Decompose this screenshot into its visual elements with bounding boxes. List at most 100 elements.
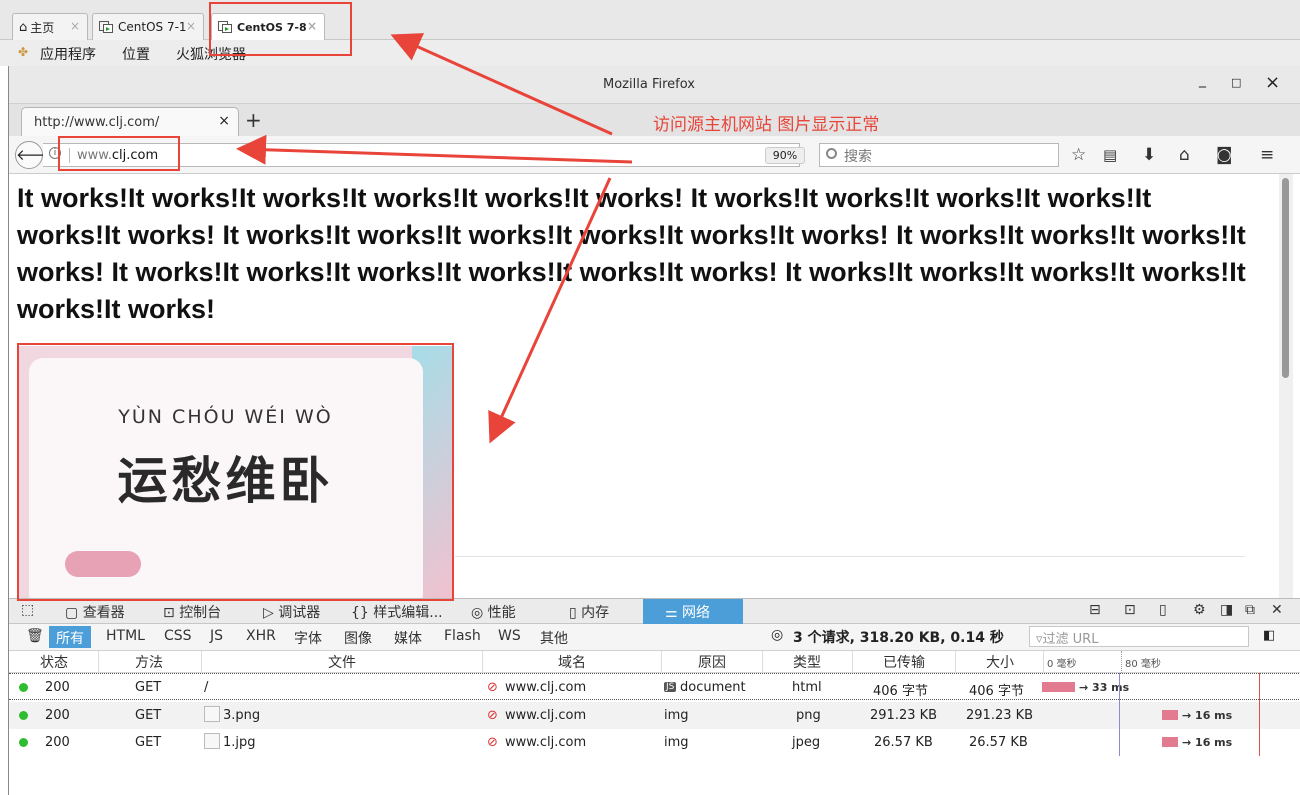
undock-icon[interactable]: ⧉ — [1245, 599, 1255, 624]
column-domain[interactable]: 域名 — [483, 652, 661, 672]
host-tab-bar: ⌂ 主页 × CentOS 7-1 × CentOS 7-8 × — [0, 0, 1300, 40]
close-icon[interactable]: × — [70, 19, 80, 33]
row-type: jpeg — [792, 735, 821, 750]
tab-style-editor[interactable]: {} 样式编辑... — [347, 599, 457, 624]
filter-html[interactable]: HTML — [99, 626, 152, 648]
page-scrollbar[interactable] — [1279, 174, 1293, 598]
toggle-sidebar-icon[interactable]: ◧ — [1263, 628, 1275, 643]
responsive-icon[interactable]: ▯ — [1159, 599, 1167, 624]
settings-icon[interactable]: ⚙ — [1193, 599, 1206, 624]
row-file: 1.jpg — [204, 733, 256, 750]
table-row[interactable]: 200 GET 3.png ⊘ www.clj.com img png 291.… — [9, 702, 1300, 729]
close-icon[interactable]: × — [186, 19, 196, 33]
download-icon[interactable]: ⬇ — [1142, 145, 1156, 165]
reading-list-icon[interactable]: ▤ — [1103, 146, 1117, 164]
search-bar[interactable]: 搜索 — [819, 143, 1059, 167]
row-type: html — [792, 680, 822, 695]
timeline-tick-line — [1121, 651, 1122, 673]
filter-js[interactable]: JS — [203, 626, 230, 648]
annotation-box-tab — [209, 2, 352, 56]
scrollbar-thumb[interactable] — [1282, 178, 1289, 378]
tab-console[interactable]: ⊡ 控制台 — [159, 599, 249, 624]
console-icon: ⊡ — [163, 605, 180, 621]
timing-bar — [1162, 710, 1178, 720]
host-tab-centos-7-1[interactable]: CentOS 7-1 × — [92, 13, 204, 40]
row-status: 200 — [45, 680, 70, 695]
tab-inspector[interactable]: ▢ 查看器 — [61, 599, 151, 624]
dock-side-icon[interactable]: ◨ — [1220, 599, 1233, 624]
column-divider — [1043, 651, 1044, 673]
scratchpad-icon[interactable]: ⊡ — [1124, 599, 1136, 624]
js-icon: JS — [664, 682, 677, 692]
devtools-tab-bar: ⬚ ▢ 查看器 ⊡ 控制台 ▷ 调试器 {} 样式编辑... ◎ 性能 ▯ 内存… — [9, 598, 1300, 624]
row-size: 406 字节 — [969, 684, 1024, 699]
search-icon — [826, 148, 837, 159]
browser-tab-label: http://www.clj.com/ — [34, 115, 160, 130]
maximize-button[interactable]: □ — [1231, 76, 1241, 89]
zoom-indicator[interactable]: 90% — [765, 147, 805, 164]
filter-images[interactable]: 图像 — [337, 626, 379, 648]
column-transferred[interactable]: 已传输 — [853, 652, 955, 672]
filter-xhr[interactable]: XHR — [239, 626, 283, 648]
request-summary: 3 个请求, 318.20 KB, 0.14 秒 — [793, 630, 1004, 646]
column-status[interactable]: 状态 — [19, 652, 89, 672]
filter-other[interactable]: 其他 — [533, 626, 575, 648]
row-cause: img — [664, 708, 689, 723]
tab-performance[interactable]: ◎ 性能 — [467, 599, 547, 624]
filter-flash[interactable]: Flash — [437, 626, 488, 648]
insecure-icon: ⊘ — [487, 680, 498, 695]
url-filter-input[interactable]: ▿过滤 URL — [1029, 626, 1249, 647]
row-domain: www.clj.com — [505, 735, 587, 750]
host-tab-home[interactable]: ⌂ 主页 × — [12, 13, 88, 40]
element-picker-icon[interactable]: ⬚ — [21, 599, 41, 624]
title-bar: Mozilla Firefox _ □ × — [9, 66, 1300, 104]
close-devtools-icon[interactable]: ✕ — [1271, 599, 1283, 624]
column-cause[interactable]: 原因 — [662, 652, 762, 672]
column-type[interactable]: 类型 — [763, 652, 851, 672]
table-row[interactable]: 200 GET 1.jpg ⊘ www.clj.com img jpeg 26.… — [9, 729, 1300, 756]
image-thumbnail-icon — [204, 733, 220, 749]
row-status: 200 — [45, 735, 70, 750]
column-file[interactable]: 文件 — [202, 652, 482, 672]
annotation-box-image — [17, 343, 454, 601]
row-status: 200 — [45, 708, 70, 723]
host-tab-label: CentOS 7-1 — [118, 20, 187, 34]
page-text: It works!It works!It works!It works!It w… — [17, 183, 1246, 324]
back-button[interactable]: 🡐 — [15, 141, 56, 169]
performance-icon: ◎ — [471, 605, 488, 621]
filter-ws[interactable]: WS — [491, 626, 528, 648]
bookmark-star-icon[interactable]: ☆ — [1071, 145, 1086, 165]
tab-network[interactable]: ⚌ 网络 — [643, 599, 743, 624]
row-transferred: 406 字节 — [873, 684, 928, 699]
request-table-header: 状态 方法 文件 域名 原因 类型 已传输 大小 0 毫秒 80 毫秒 — [9, 651, 1300, 673]
browser-tab-bar: http://www.clj.com/ × + 访问源主机网站 图片显示正常 — [9, 104, 1300, 136]
menu-places[interactable]: 位置 — [122, 44, 150, 64]
minimize-button[interactable]: _ — [1199, 72, 1206, 88]
filter-media[interactable]: 媒体 — [387, 626, 429, 648]
trash-icon[interactable]: 🗑 — [19, 626, 51, 648]
pocket-icon[interactable]: ◙ — [1216, 145, 1233, 165]
tab-close-icon[interactable]: × — [218, 113, 230, 129]
close-button[interactable]: × — [1265, 74, 1280, 92]
filter-fonts[interactable]: 字体 — [287, 626, 329, 648]
column-size[interactable]: 大小 — [956, 652, 1044, 672]
filter-all[interactable]: 所有 — [49, 626, 91, 648]
column-method[interactable]: 方法 — [99, 652, 199, 672]
row-timing: → 16 ms — [1182, 709, 1233, 722]
table-row[interactable]: 200 GET / ⊘ www.clj.com JS document html… — [9, 673, 1300, 700]
menu-applications[interactable]: 应用程序 — [40, 44, 96, 64]
performance-analysis-icon[interactable]: ◎ — [771, 627, 783, 643]
menu-icon[interactable]: ≡ — [1260, 145, 1274, 165]
filter-css[interactable]: CSS — [157, 626, 199, 648]
tab-debugger[interactable]: ▷ 调试器 — [259, 599, 349, 624]
tab-memory[interactable]: ▯ 内存 — [565, 599, 645, 624]
row-domain: www.clj.com — [505, 708, 587, 723]
home-icon[interactable]: ⌂ — [1179, 145, 1190, 165]
divider — [455, 556, 1245, 557]
split-console-icon[interactable]: ⊟ — [1089, 599, 1101, 624]
new-tab-button[interactable]: + — [245, 108, 262, 132]
home-icon: ⌂ — [19, 19, 28, 35]
browser-tab[interactable]: http://www.clj.com/ × — [21, 107, 239, 136]
row-file: / — [204, 680, 209, 695]
status-dot — [19, 711, 28, 720]
